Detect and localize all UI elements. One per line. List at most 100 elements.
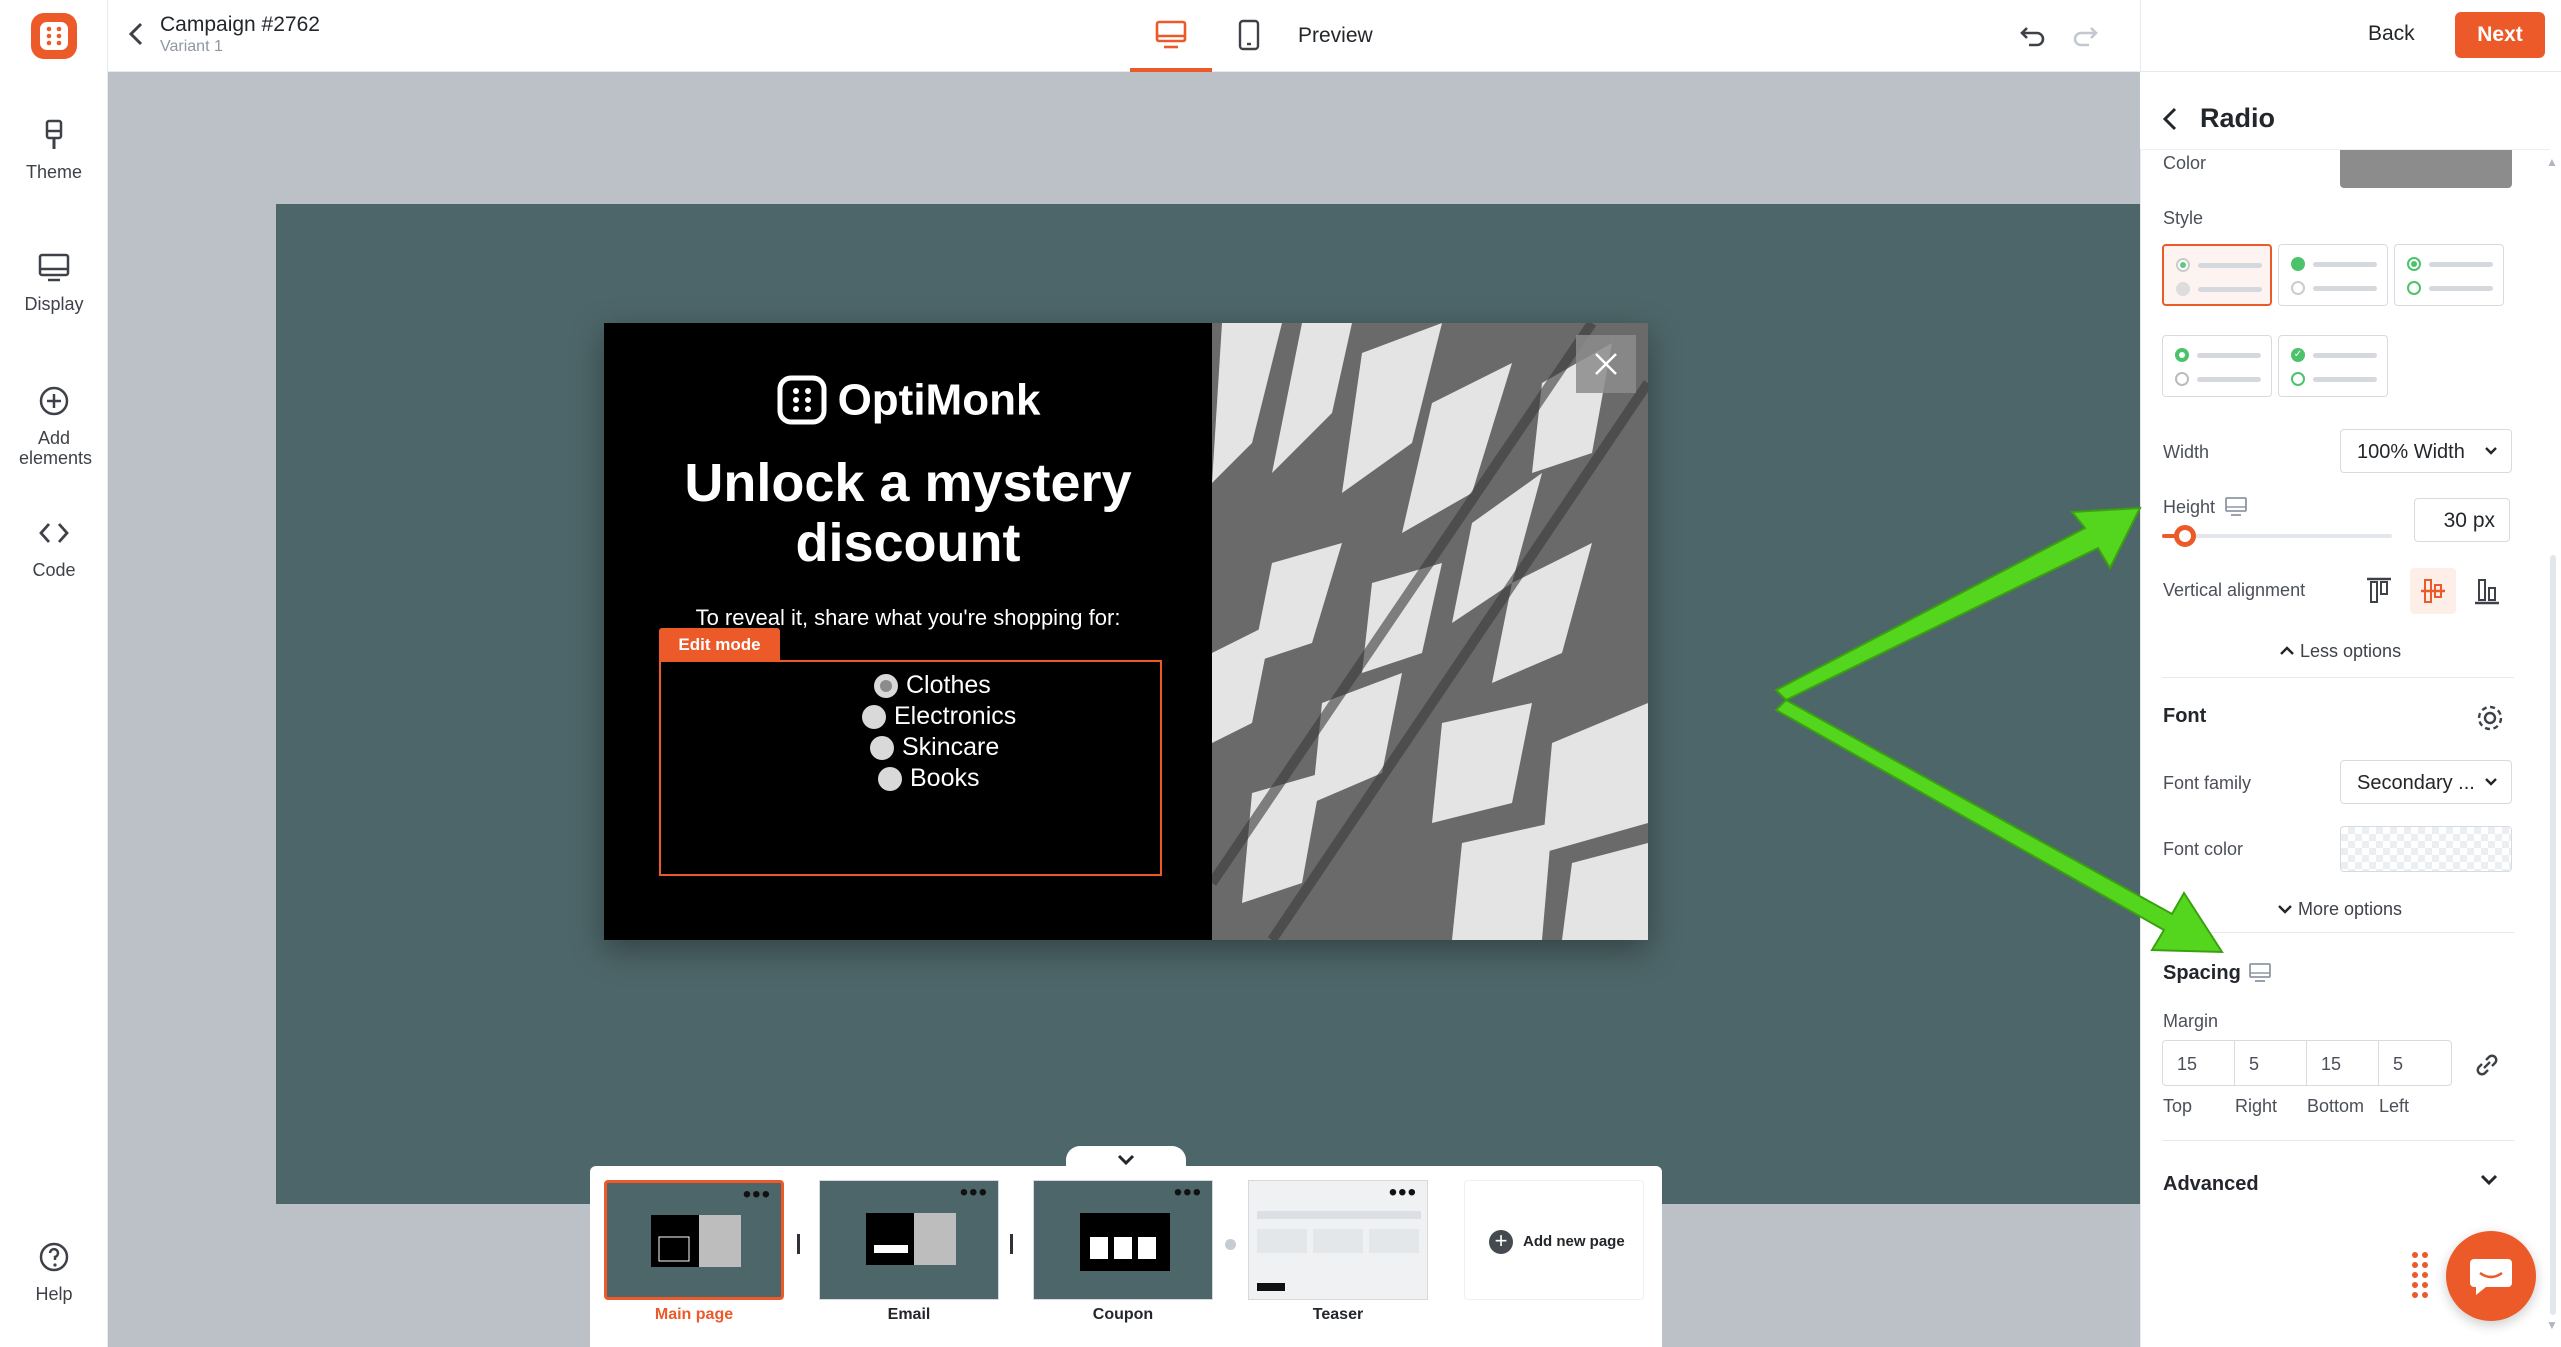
edit-mode-tag[interactable]: Edit mode bbox=[659, 628, 780, 662]
rail-code-label: Code bbox=[32, 560, 76, 580]
scroll-down-icon[interactable]: ▼ bbox=[2546, 1318, 2558, 1332]
radio-style-option-3[interactable] bbox=[2394, 244, 2504, 306]
rail-display[interactable]: Display bbox=[0, 250, 108, 314]
margin-bottom-caption: Bottom bbox=[2307, 1096, 2365, 1116]
margin-bottom-input[interactable]: 15 bbox=[2307, 1041, 2379, 1085]
radio-option[interactable]: Books bbox=[661, 759, 1160, 799]
margin-left-input[interactable]: 5 bbox=[2379, 1041, 2451, 1085]
gear-icon[interactable] bbox=[2474, 702, 2506, 734]
align-top-button[interactable] bbox=[2356, 568, 2402, 614]
less-options-label: Less options bbox=[2300, 641, 2402, 661]
font-family-select[interactable]: Secondary ... bbox=[2340, 760, 2512, 804]
back-button[interactable]: Back bbox=[2368, 22, 2415, 46]
rail-add-elements[interactable]: Add elements bbox=[0, 384, 108, 468]
height-input[interactable]: 30 px bbox=[2414, 498, 2510, 542]
link-values-icon[interactable] bbox=[2472, 1050, 2502, 1080]
radio-option-label: Clothes bbox=[906, 671, 991, 699]
chevron-down-icon bbox=[2485, 447, 2497, 455]
add-new-page-button[interactable]: + Add new page bbox=[1464, 1180, 1644, 1300]
rail-theme[interactable]: Theme bbox=[0, 118, 108, 182]
chevron-up-icon bbox=[2280, 646, 2294, 655]
chevron-down-icon[interactable] bbox=[2478, 1172, 2500, 1188]
chat-bubble-icon bbox=[2470, 1259, 2512, 1295]
redo-icon[interactable] bbox=[2070, 20, 2100, 50]
radio-group[interactable]: Clothes Electronics Skincare Books bbox=[659, 660, 1162, 876]
chat-support-button[interactable] bbox=[2446, 1231, 2536, 1321]
radio-option-label: Electronics bbox=[894, 702, 1017, 730]
app-logo-icon[interactable] bbox=[28, 10, 80, 62]
spacing-section-title: Spacing bbox=[2163, 962, 2241, 984]
rail-help-label: Help bbox=[35, 1284, 73, 1304]
page-menu-icon[interactable]: ••• bbox=[1174, 1181, 1202, 1205]
variant-name: Variant 1 bbox=[160, 38, 223, 55]
rail-code[interactable]: Code bbox=[0, 516, 108, 580]
align-middle-button[interactable] bbox=[2410, 568, 2456, 614]
radio-button[interactable] bbox=[878, 767, 902, 791]
back-chevron-icon[interactable] bbox=[124, 20, 148, 48]
margin-right-input[interactable]: 5 bbox=[2235, 1041, 2307, 1085]
mobile-icon bbox=[1238, 19, 1260, 51]
popup-content: OptiMonk Unlock a mystery discount To re… bbox=[604, 323, 1212, 940]
radio-style-option-5[interactable]: ✓ bbox=[2278, 335, 2388, 397]
page-separator-dot bbox=[1225, 1239, 1236, 1250]
radio-button[interactable] bbox=[870, 736, 894, 760]
page-separator bbox=[797, 1234, 800, 1254]
popup[interactable]: OptiMonk Unlock a mystery discount To re… bbox=[604, 323, 1648, 940]
page-menu-icon[interactable]: ••• bbox=[743, 1183, 771, 1207]
campaign-title: Campaign #2762 bbox=[160, 13, 320, 36]
advanced-section-title[interactable]: Advanced bbox=[2163, 1173, 2259, 1196]
page-label-teaser[interactable]: Teaser bbox=[1248, 1306, 1428, 1324]
editor-root: { "topbar": { "campaign_title": "Campaig… bbox=[0, 0, 2561, 1347]
divider bbox=[2162, 932, 2514, 933]
page-thumb-coupon[interactable]: ••• bbox=[1033, 1180, 1213, 1300]
monitor-icon bbox=[38, 253, 70, 282]
popup-image[interactable] bbox=[1212, 323, 1648, 940]
popup-headline[interactable]: Unlock a mystery discount bbox=[624, 453, 1192, 573]
panel-scrollbar-thumb[interactable] bbox=[2550, 555, 2556, 1315]
radio-option-label: Skincare bbox=[902, 733, 1000, 761]
font-color-label: Font color bbox=[2163, 839, 2244, 859]
radio-button[interactable] bbox=[862, 705, 886, 729]
radio-style-option-2[interactable] bbox=[2278, 244, 2388, 306]
palm-shadow-image bbox=[1212, 323, 1648, 940]
panel-back-chevron-icon[interactable] bbox=[2160, 104, 2180, 134]
less-options-toggle[interactable]: Less options bbox=[2278, 641, 2401, 662]
rail-help[interactable]: Help bbox=[0, 1240, 108, 1304]
align-bottom-button[interactable] bbox=[2464, 568, 2510, 614]
font-family-value: Secondary ... bbox=[2357, 772, 2475, 794]
font-color-swatch[interactable] bbox=[2340, 826, 2512, 872]
margin-top-input[interactable]: 15 bbox=[2163, 1041, 2235, 1085]
page-menu-icon[interactable]: ••• bbox=[960, 1181, 988, 1205]
radio-button-selected[interactable] bbox=[874, 674, 898, 698]
desktop-view-toggle[interactable] bbox=[1130, 0, 1212, 72]
page-label-coupon[interactable]: Coupon bbox=[1033, 1306, 1213, 1324]
style-label: Style bbox=[2163, 208, 2204, 228]
page-thumb-main[interactable]: ••• bbox=[604, 1180, 784, 1300]
next-button[interactable]: Next bbox=[2455, 12, 2545, 58]
radio-style-option-4[interactable] bbox=[2162, 335, 2272, 397]
preview-button[interactable]: Preview bbox=[1298, 24, 1373, 48]
color-swatch[interactable] bbox=[2340, 150, 2512, 188]
chevron-down-icon bbox=[2278, 905, 2292, 914]
align-middle-icon bbox=[2421, 579, 2445, 603]
undo-icon[interactable] bbox=[2018, 20, 2048, 50]
font-family-label: Font family bbox=[2163, 773, 2252, 793]
drag-grip-icon[interactable] bbox=[2412, 1252, 2432, 1300]
radio-style-option-1[interactable] bbox=[2162, 244, 2272, 306]
desktop-icon bbox=[1155, 20, 1187, 49]
mobile-view-toggle[interactable] bbox=[1218, 0, 1280, 72]
popup-close-button[interactable] bbox=[1576, 335, 1636, 393]
height-slider-track[interactable] bbox=[2162, 534, 2392, 538]
more-options-toggle[interactable]: More options bbox=[2276, 899, 2402, 920]
page-thumb-teaser[interactable]: ••• bbox=[1248, 1180, 1428, 1300]
width-select[interactable]: 100% Width bbox=[2340, 429, 2512, 473]
margin-top-caption: Top bbox=[2163, 1096, 2193, 1116]
page-thumb-email[interactable]: ••• bbox=[819, 1180, 999, 1300]
page-label-email[interactable]: Email bbox=[819, 1306, 999, 1324]
page-label-main[interactable]: Main page bbox=[604, 1306, 784, 1324]
scroll-up-icon[interactable]: ▲ bbox=[2546, 155, 2558, 169]
page-menu-icon[interactable]: ••• bbox=[1389, 1181, 1417, 1205]
height-slider-handle[interactable] bbox=[2174, 525, 2196, 547]
optimonk-logo-icon bbox=[777, 375, 827, 425]
width-value: 100% Width bbox=[2357, 441, 2465, 463]
